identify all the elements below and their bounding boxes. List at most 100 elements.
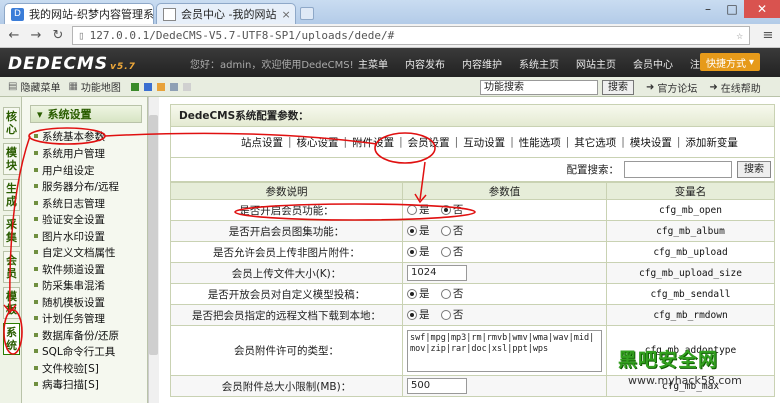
radio-button[interactable] <box>407 204 417 215</box>
theme-swatch[interactable] <box>182 82 191 91</box>
tab-interaction-settings[interactable]: 互动设置 <box>463 135 505 150</box>
feature-search-input[interactable]: 功能搜索 <box>480 80 598 95</box>
close-window-icon[interactable]: ✕ <box>744 0 780 18</box>
radio-yes[interactable]: 是 <box>407 286 430 301</box>
feature-search-button[interactable]: 搜索 <box>602 80 634 95</box>
radio-no[interactable]: 否 <box>440 223 463 238</box>
theme-swatch[interactable] <box>169 82 178 91</box>
radio-yes[interactable]: 是 <box>407 244 430 259</box>
sidebar-item[interactable]: 用户组设定 <box>34 163 95 177</box>
sidebar-item[interactable]: SQL命令行工具 <box>34 344 115 358</box>
radio-button[interactable] <box>407 288 417 299</box>
radio-button[interactable] <box>440 204 451 215</box>
bullet-icon <box>34 250 38 254</box>
sidebar-item[interactable]: 系统基本参数 <box>34 129 105 143</box>
radio-button[interactable] <box>407 309 417 320</box>
browser-tab-admin[interactable]: D 我的网站-织梦内容管理系 × <box>4 3 154 24</box>
menu-icon[interactable]: ≡ <box>760 28 776 44</box>
reload-icon[interactable]: ↻ <box>50 28 66 44</box>
upload-size-input[interactable]: 1024 <box>407 265 467 281</box>
sidebar-item[interactable]: 系统用户管理 <box>34 146 105 160</box>
sidebar-item[interactable]: 自定义文档属性 <box>34 245 116 259</box>
config-search-button[interactable]: 搜索 <box>737 161 771 178</box>
minimize-icon[interactable]: – <box>696 0 720 18</box>
sidebar-item[interactable]: 数据库备份/还原 <box>34 328 119 342</box>
tab-add-variable[interactable]: 添加新变量 <box>685 135 738 150</box>
left-tab-module[interactable]: 模块 <box>3 143 20 175</box>
theme-swatch[interactable] <box>156 82 165 91</box>
theme-swatch[interactable] <box>130 82 139 91</box>
addon-types-textarea[interactable]: swf|mpg|mp3|rm|rmvb|wmv|wma|wav|mid|mov|… <box>407 329 602 372</box>
chevron-down-icon: ▾ <box>37 107 43 121</box>
sidebar-item[interactable]: 随机模板设置 <box>34 295 105 309</box>
tab-other-options[interactable]: 其它选项 <box>574 135 616 150</box>
quick-access-button[interactable]: 快捷方式 ▾ <box>700 53 760 71</box>
theme-swatch[interactable] <box>143 82 152 91</box>
tab-site-settings[interactable]: 站点设置 <box>241 135 283 150</box>
sidebar-item[interactable]: 病毒扫描[S] <box>34 377 99 391</box>
sidebar-item[interactable]: 图片水印设置 <box>34 229 105 243</box>
radio-yes[interactable]: 是 <box>407 223 430 238</box>
bullet-icon <box>34 349 38 353</box>
top-menu-maintain[interactable]: 内容维护 <box>462 56 502 71</box>
radio-button[interactable] <box>440 225 451 236</box>
bookmark-star-icon[interactable]: ☆ <box>736 29 743 42</box>
radio-yes[interactable]: 是 <box>407 202 430 217</box>
forward-icon[interactable]: → <box>28 28 44 44</box>
tab-module-settings[interactable]: 模块设置 <box>630 135 672 150</box>
browser-tab-member[interactable]: 会员中心 -我的网站 × <box>156 3 296 24</box>
config-search-label: 配置搜索： <box>566 164 620 176</box>
sidebar-item[interactable]: 系统日志管理 <box>34 196 105 210</box>
radio-button[interactable] <box>407 246 417 257</box>
sidebar-item[interactable]: 文件校验[S] <box>34 361 99 375</box>
tab-performance-options[interactable]: 性能选项 <box>519 135 561 150</box>
radio-no[interactable]: 否 <box>440 307 463 322</box>
close-tab-icon[interactable]: × <box>281 8 290 21</box>
radio-button[interactable] <box>440 309 451 320</box>
maximize-icon[interactable]: □ <box>720 0 744 18</box>
url-input[interactable]: ▯ 127.0.0.1/DedeCMS-V5.7-UTF8-SP1/upload… <box>72 26 750 45</box>
left-tab-generate[interactable]: 生成 <box>3 179 20 211</box>
chevron-down-icon: ▾ <box>748 56 755 68</box>
left-tab-template[interactable]: 模板 <box>3 287 20 319</box>
top-menu-site-home[interactable]: 网站主页 <box>576 56 616 71</box>
back-icon[interactable]: ← <box>6 28 22 44</box>
sidebar-item[interactable]: 防采集串混淆 <box>34 278 105 292</box>
new-tab-button[interactable] <box>300 7 314 20</box>
tab-member-settings[interactable]: 会员设置 <box>408 135 450 150</box>
bullet-icon <box>34 134 38 138</box>
sidebar-item[interactable]: 验证安全设置 <box>34 212 105 226</box>
radio-button[interactable] <box>407 225 417 236</box>
official-forum-link[interactable]: ➜ 官方论坛 <box>646 80 697 95</box>
tab-core-settings[interactable]: 核心设置 <box>297 135 339 150</box>
radio-button[interactable] <box>440 288 451 299</box>
param-value: 是 否 <box>402 304 607 326</box>
sidebar-heading[interactable]: ▾ 系统设置 <box>30 105 142 123</box>
sidebar-scroll-thumb[interactable] <box>149 115 158 355</box>
variable-name: cfg_mb_open <box>606 199 775 221</box>
left-tab-core[interactable]: 核心 <box>3 107 20 139</box>
left-tab-collect[interactable]: 采集 <box>3 215 20 247</box>
feature-map-button[interactable]: ▦ 功能地图 <box>68 79 120 94</box>
bullet-icon <box>34 184 38 188</box>
page-favicon-icon <box>163 7 176 21</box>
sidebar-item[interactable]: 服务器分布/远程 <box>34 179 119 193</box>
hide-menu-button[interactable]: ▤ 隐藏菜单 <box>8 79 60 94</box>
max-size-input[interactable]: 500 <box>407 378 467 394</box>
top-menu-member-center[interactable]: 会员中心 <box>633 56 673 71</box>
sidebar-item[interactable]: 软件频道设置 <box>34 262 105 276</box>
radio-no[interactable]: 否 <box>440 202 463 217</box>
top-menu-publish[interactable]: 内容发布 <box>405 56 445 71</box>
radio-button[interactable] <box>440 246 451 257</box>
left-tab-system[interactable]: 系统 <box>3 323 20 355</box>
top-menu-system-home[interactable]: 系统主页 <box>519 56 559 71</box>
left-tab-member[interactable]: 会员 <box>3 251 20 283</box>
radio-no[interactable]: 否 <box>440 286 463 301</box>
sidebar-item[interactable]: 计划任务管理 <box>34 311 105 325</box>
tab-attachment-settings[interactable]: 附件设置 <box>352 135 394 150</box>
top-menu-main[interactable]: 主菜单 <box>358 56 388 71</box>
config-search-input[interactable] <box>624 161 732 178</box>
online-help-link[interactable]: ➜ 在线帮助 <box>709 80 760 95</box>
radio-yes[interactable]: 是 <box>407 307 430 322</box>
radio-no[interactable]: 否 <box>440 244 463 259</box>
